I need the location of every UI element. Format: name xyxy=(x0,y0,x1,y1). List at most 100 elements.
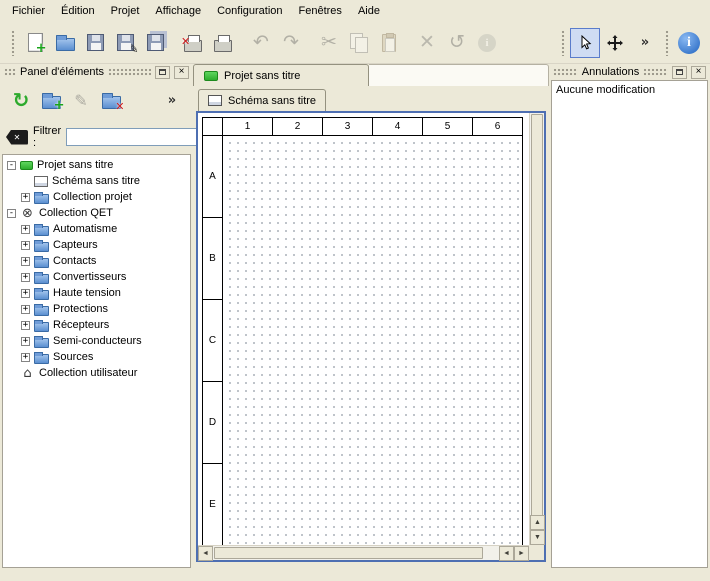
select-tool-button[interactable] xyxy=(570,28,600,58)
close-panel-button[interactable]: × xyxy=(174,66,189,79)
horizontal-scrollbar-thumb[interactable] xyxy=(214,547,483,559)
tree-item-contacts[interactable]: + Contacts xyxy=(3,253,190,269)
cut-button[interactable]: ✂ xyxy=(314,28,344,58)
menu-configuration[interactable]: Configuration xyxy=(209,2,290,20)
clear-filter-button[interactable]: ✕ xyxy=(6,130,28,145)
save-button[interactable] xyxy=(80,28,110,58)
plus-icon: + xyxy=(36,42,47,55)
expander-icon[interactable]: - xyxy=(7,209,16,218)
folder-icon xyxy=(34,258,49,268)
dock-grip[interactable] xyxy=(643,68,668,76)
tree-item-capteurs[interactable]: + Capteurs xyxy=(3,237,190,253)
toolbar-grip[interactable] xyxy=(561,30,565,56)
expander-icon[interactable]: + xyxy=(21,225,30,234)
tab-schema[interactable]: Schéma sans titre xyxy=(198,89,326,111)
menu-fenetres[interactable]: Fenêtres xyxy=(291,2,350,20)
tree-item-projet-sans-titre[interactable]: - Projet sans titre xyxy=(3,157,190,173)
copy-button[interactable] xyxy=(344,28,374,58)
tree-item-protections[interactable]: + Protections xyxy=(3,301,190,317)
help-about-button[interactable]: i xyxy=(674,28,704,58)
save-as-button[interactable]: ✎ xyxy=(110,28,140,58)
delete-element-button[interactable]: ✕ xyxy=(96,85,126,115)
print-button[interactable] xyxy=(208,28,238,58)
tree-item-collection-utilisateur[interactable]: ⌂ Collection utilisateur xyxy=(3,365,190,381)
panel-overflow-button[interactable]: » xyxy=(157,85,187,115)
save-all-button[interactable] xyxy=(140,28,170,58)
clear-icon: ✕ xyxy=(14,133,21,142)
close-file-button[interactable]: ✕ xyxy=(178,28,208,58)
diagram-canvas[interactable]: 1 2 3 4 5 6 A B C D E xyxy=(198,113,529,545)
tree-item-label: Collection projet xyxy=(53,191,132,203)
undo-button[interactable]: ↶ xyxy=(246,28,276,58)
toolbar-grip[interactable] xyxy=(665,30,669,56)
new-element-button[interactable]: + xyxy=(36,85,66,115)
menu-aide[interactable]: Aide xyxy=(350,2,388,20)
menu-affichage[interactable]: Affichage xyxy=(147,2,209,20)
scroll-left-button-2[interactable]: ◄ xyxy=(499,546,514,561)
mdi-area: Projet sans titre Schéma sans titre 1 2 … xyxy=(193,64,549,568)
elements-panel-title-bar[interactable]: Panel d'éléments × xyxy=(2,64,191,80)
tab-project[interactable]: Projet sans titre xyxy=(193,64,369,86)
toolbar-overflow-button[interactable]: » xyxy=(630,28,660,58)
horizontal-scrollbar[interactable]: ◄ ◄ ► xyxy=(198,545,529,560)
undo-history-list[interactable]: Aucune modification xyxy=(551,80,708,568)
horizontal-scrollbar-track[interactable] xyxy=(213,546,499,560)
diagram-view[interactable]: 1 2 3 4 5 6 A B C D E xyxy=(196,111,546,562)
scroll-left-button[interactable]: ◄ xyxy=(198,546,213,561)
tree-item-haute-tension[interactable]: + Haute tension xyxy=(3,285,190,301)
scroll-up-button[interactable]: ▲ xyxy=(530,515,545,530)
schema-icon xyxy=(34,176,48,187)
tree-item-automatisme[interactable]: + Automatisme xyxy=(3,221,190,237)
tree-item-recepteurs[interactable]: + Récepteurs xyxy=(3,317,190,333)
schema-icon xyxy=(208,95,222,106)
expander-icon[interactable]: + xyxy=(21,241,30,250)
reload-collections-button[interactable]: ↻ xyxy=(6,85,36,115)
tree-item-convertisseurs[interactable]: + Convertisseurs xyxy=(3,269,190,285)
elements-tree[interactable]: - Projet sans titre Schéma sans titre + … xyxy=(2,154,191,568)
undo-panel-title-bar[interactable]: Annulations × xyxy=(551,64,708,80)
dot-grid xyxy=(223,136,522,545)
vertical-scrollbar[interactable]: ▲ ▼ xyxy=(529,113,544,545)
tree-item-semi-conducteurs[interactable]: + Semi-conducteurs xyxy=(3,333,190,349)
menu-edition[interactable]: Édition xyxy=(53,2,103,20)
float-icon xyxy=(676,69,683,75)
edit-element-button[interactable]: ✎ xyxy=(66,85,96,115)
expander-icon[interactable]: + xyxy=(21,337,30,346)
open-file-button[interactable] xyxy=(50,28,80,58)
expander-icon[interactable]: + xyxy=(21,353,30,362)
filter-input[interactable] xyxy=(66,128,214,146)
float-panel-button[interactable] xyxy=(155,66,170,79)
expander-icon[interactable]: + xyxy=(21,273,30,282)
rotate-button[interactable]: ↺ xyxy=(442,28,472,58)
folder-icon xyxy=(34,226,49,236)
dock-grip[interactable] xyxy=(553,68,578,76)
scroll-right-button[interactable]: ► xyxy=(514,546,529,561)
tree-item-sources[interactable]: + Sources xyxy=(3,349,190,365)
expander-icon[interactable]: - xyxy=(7,161,16,170)
dock-grip[interactable] xyxy=(108,68,151,76)
dock-grip[interactable] xyxy=(4,68,16,76)
element-info-button[interactable]: i xyxy=(472,28,502,58)
expander-icon[interactable]: + xyxy=(21,305,30,314)
folder-icon xyxy=(34,274,49,284)
close-panel-button[interactable]: × xyxy=(691,66,706,79)
expander-icon[interactable]: + xyxy=(21,289,30,298)
new-document-button[interactable]: + xyxy=(20,28,50,58)
folder-icon xyxy=(34,242,49,252)
tree-item-collection-projet[interactable]: + Collection projet xyxy=(3,189,190,205)
tree-item-schema-sans-titre[interactable]: Schéma sans titre xyxy=(3,173,190,189)
vertical-scrollbar-thumb[interactable] xyxy=(531,114,543,529)
move-tool-button[interactable] xyxy=(600,28,630,58)
menu-projet[interactable]: Projet xyxy=(103,2,148,20)
delete-button[interactable]: ✕ xyxy=(412,28,442,58)
expander-icon[interactable]: + xyxy=(21,193,30,202)
tree-item-collection-qet[interactable]: - ⊗ Collection QET xyxy=(3,205,190,221)
expander-icon[interactable]: + xyxy=(21,321,30,330)
scroll-down-button[interactable]: ▼ xyxy=(530,530,545,545)
float-panel-button[interactable] xyxy=(672,66,687,79)
paste-button[interactable] xyxy=(374,28,404,58)
toolbar-grip[interactable] xyxy=(11,30,15,56)
redo-button[interactable]: ↷ xyxy=(276,28,306,58)
menu-fichier[interactable]: Fichier xyxy=(4,2,53,20)
expander-icon[interactable]: + xyxy=(21,257,30,266)
